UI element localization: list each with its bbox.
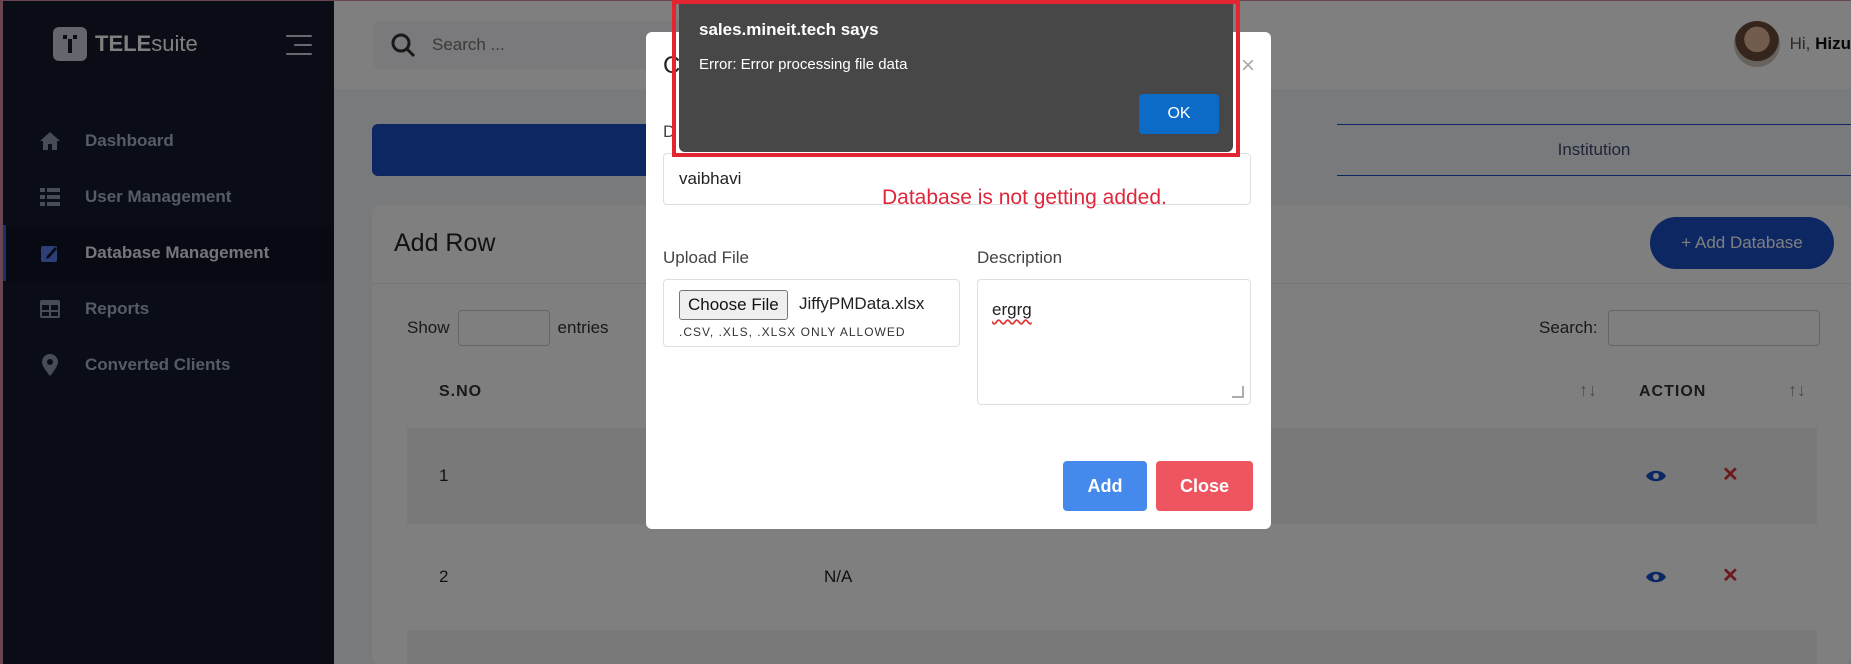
highlight-box (672, 0, 1240, 157)
modal-close-icon[interactable]: × (1241, 52, 1255, 80)
upload-hint: .CSV, .XLS, .XLSX ONLY ALLOWED (679, 325, 906, 339)
resize-handle-icon[interactable] (1232, 386, 1244, 398)
selected-file-name: JiffyPMData.xlsx (799, 294, 925, 313)
file-upload-field: Choose File JiffyPMData.xlsx .CSV, .XLS,… (663, 279, 960, 347)
choose-file-button[interactable]: Choose File (679, 290, 788, 320)
upload-file-label: Upload File (663, 248, 749, 267)
description-text: ergrg (992, 300, 1032, 319)
annotation-note: Database is not getting added. (882, 186, 1167, 209)
description-textarea[interactable]: ergrg (977, 279, 1251, 405)
description-label: Description (977, 248, 1063, 267)
close-button[interactable]: Close (1156, 461, 1253, 511)
add-button[interactable]: Add (1063, 461, 1147, 511)
